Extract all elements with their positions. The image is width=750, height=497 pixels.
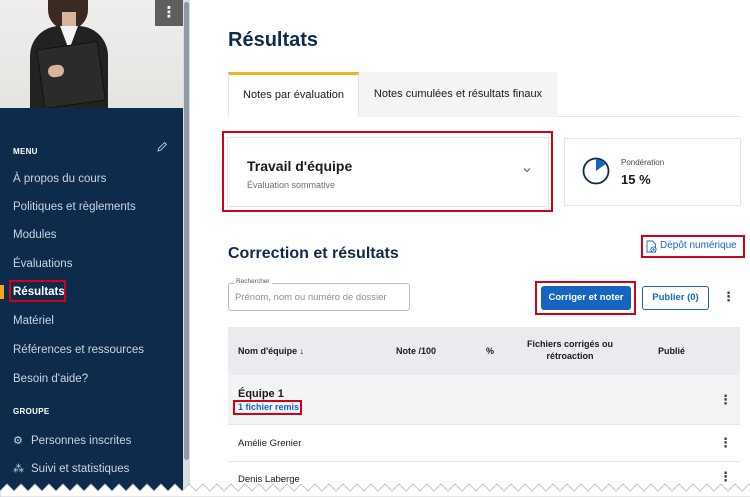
scrollbar-thumb[interactable] [184,2,189,460]
edit-pencil-icon[interactable] [156,141,168,153]
sidebar: ⋮ MENU À propos du cours Politiques et r… [0,0,183,497]
tab-notes-par-evaluation[interactable]: Notes par évaluation [228,72,359,117]
weighting-pie-icon [582,157,610,185]
people-icon: ⚙ [13,435,23,447]
sidebar-item-aide[interactable]: Besoin d'aide? [0,368,183,390]
sidebar-item-suivi[interactable]: ⁂ Suivi et statistiques [0,458,183,480]
header-grade: Note /100 [396,346,437,356]
search-field[interactable]: Rechercher [228,278,410,311]
highlight-box-resultats [9,280,66,302]
sidebar-item-politiques[interactable]: Politiques et règlements [0,196,183,218]
banner-more-options-icon[interactable]: ⋮ [155,0,183,26]
header-team-name[interactable]: Nom d'équipe ↓ [238,345,304,357]
header-files: Fichiers corrigés ou rétroaction [508,338,632,362]
toolbar-more-options-icon[interactable]: ⋮ [722,289,735,305]
highlight-box-depot [641,235,745,258]
sidebar-item-a-propos[interactable]: À propos du cours [0,168,183,190]
header-files-line1: Fichiers corrigés ou [526,339,614,349]
publier-button[interactable]: Publier (0) [642,286,709,310]
group-section-title: GROUPE [13,407,50,416]
results-table-header: Nom d'équipe ↓ Note /100 % Fichiers corr… [228,327,740,375]
sidebar-item-label: Suivi et statistiques [31,463,130,475]
stats-icon: ⁂ [13,463,24,475]
search-input[interactable] [235,289,405,305]
weighting-label: Pondération [621,158,665,167]
weighting-value: 15 % [621,172,651,187]
header-percent: % [486,346,495,356]
sidebar-item-modules[interactable]: Modules [0,224,183,246]
correction-section-title: Correction et résultats [228,245,399,262]
sidebar-item-references[interactable]: Références et ressources [0,339,183,361]
sidebar-item-personnes-inscrites[interactable]: ⚙ Personnes inscrites [0,430,183,452]
team-name: Équipe 1 [238,388,284,400]
page-title: Résultats [228,29,319,51]
highlight-box-corriger [535,281,636,315]
header-files-line2: rétroaction [546,351,594,361]
sidebar-item-evaluations[interactable]: Évaluations [0,253,183,275]
sidebar-item-materiel[interactable]: Matériel [0,310,183,332]
member-row-more-options-icon[interactable]: ⋮ [719,435,732,451]
torn-edge-decoration [0,483,750,497]
member-name: Amélie Grenier [238,438,302,449]
weighting-card: Pondération 15 % [564,138,741,206]
team-row-more-options-icon[interactable]: ⋮ [719,392,732,408]
menu-section-title: MENU [13,147,38,156]
team-row: Équipe 1 1 fichier remis ⋮ [228,375,740,425]
highlight-box-files-link [233,400,302,415]
sidebar-item-label: Personnes inscrites [31,435,132,447]
member-row: Amélie Grenier ⋮ [228,425,740,462]
sidebar-scrollbar[interactable] [183,0,190,497]
header-published: Publié [658,346,686,356]
tab-notes-cumulees[interactable]: Notes cumulées et résultats finaux [359,72,557,117]
search-legend: Rechercher [234,278,272,285]
highlight-box-evaluation [222,131,553,212]
